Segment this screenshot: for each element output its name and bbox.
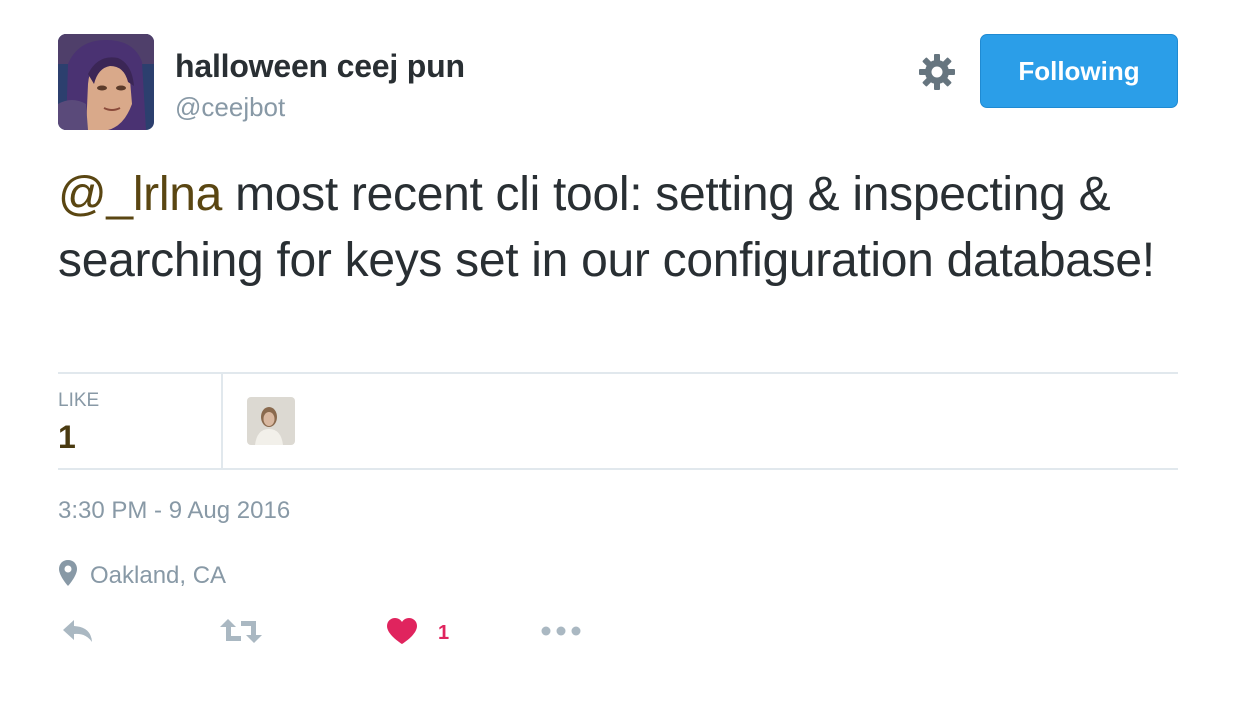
mention-link[interactable]: @_lrlna bbox=[58, 168, 222, 221]
tweet-timestamp[interactable]: 3:30 PM - 9 Aug 2016 bbox=[58, 497, 290, 525]
retweet-icon bbox=[219, 617, 263, 650]
author-avatar[interactable] bbox=[58, 34, 154, 130]
like-stat[interactable]: LIKE 1 bbox=[58, 374, 223, 468]
tweet-actions: 1 bbox=[58, 612, 658, 654]
like-stat-count: 1 bbox=[58, 419, 76, 455]
more-icon bbox=[541, 624, 581, 642]
author-handle[interactable]: @ceejbot bbox=[175, 92, 285, 123]
location-label: Oakland, CA bbox=[90, 562, 227, 589]
heart-icon bbox=[386, 617, 418, 650]
following-button[interactable]: Following bbox=[980, 34, 1178, 108]
author-name[interactable]: halloween ceej pun bbox=[175, 48, 465, 85]
tweet-text: @_lrlna most recent cli tool: setting & … bbox=[58, 162, 1198, 294]
tweet-body: most recent cli tool: setting & inspecti… bbox=[58, 168, 1155, 287]
tweet-location[interactable]: Oakland, CA bbox=[58, 559, 227, 594]
like-action-count: 1 bbox=[438, 621, 450, 644]
location-pin-icon bbox=[58, 559, 90, 594]
like-stat-label: LIKE bbox=[58, 390, 100, 411]
gear-icon[interactable] bbox=[918, 53, 956, 91]
like-button[interactable]: 1 bbox=[386, 612, 449, 654]
reply-icon bbox=[60, 617, 96, 650]
tweet-stats: LIKE 1 bbox=[58, 372, 1178, 470]
liker-avatar[interactable] bbox=[247, 397, 295, 445]
retweet-button[interactable] bbox=[219, 612, 263, 654]
reply-button[interactable] bbox=[60, 612, 96, 654]
more-button[interactable] bbox=[541, 612, 581, 654]
